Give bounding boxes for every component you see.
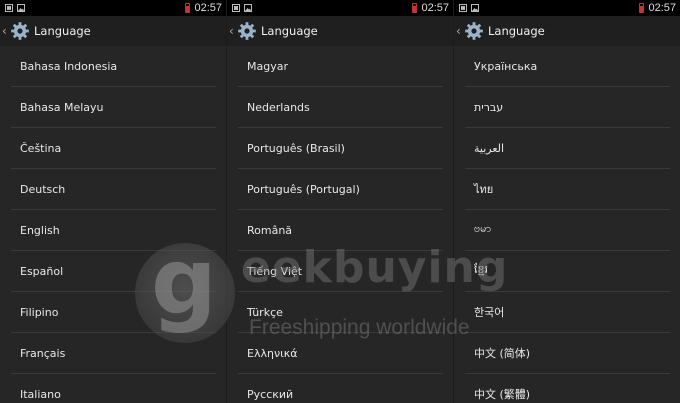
image-icon	[244, 4, 252, 12]
list-item[interactable]: 한국어	[465, 292, 670, 333]
notification-icon	[232, 4, 240, 12]
list-item[interactable]: 中文 (繁體)	[465, 374, 670, 403]
list-item[interactable]: Magyar	[238, 46, 443, 87]
language-label: 中文 (繁體)	[474, 388, 531, 401]
page-title: Language	[34, 24, 91, 38]
list-item[interactable]: Türkçe	[238, 292, 443, 333]
language-label: English	[20, 223, 60, 237]
language-label: 한국어	[474, 306, 505, 319]
language-label: Українська	[474, 59, 538, 73]
language-label: Español	[20, 264, 64, 278]
clock: 02:57	[194, 2, 222, 14]
list-item[interactable]: Русский	[238, 374, 443, 403]
language-label: Français	[20, 346, 66, 360]
language-label: 中文 (简体)	[474, 347, 531, 360]
list-item[interactable]: ဗမာ	[465, 210, 670, 251]
language-list: Magyar Nederlands Português (Brasil) Por…	[227, 46, 453, 403]
page-title: Language	[261, 24, 318, 38]
action-bar: ‹ Language	[0, 16, 226, 46]
list-item[interactable]: Nederlands	[238, 87, 443, 128]
list-item[interactable]: Ελληνικά	[238, 333, 443, 374]
image-icon	[17, 4, 25, 12]
language-label: Türkçe	[247, 305, 283, 319]
list-item[interactable]: Deutsch	[11, 169, 216, 210]
language-list: Українська עברית العربية ไทย ဗမာ ខ្មែរ 한…	[454, 46, 680, 403]
language-label: Italiano	[20, 387, 61, 401]
list-item[interactable]: Čeština	[11, 128, 216, 169]
language-label: Русский	[247, 387, 294, 401]
status-bar: 02:57	[0, 0, 226, 16]
language-label: Magyar	[247, 59, 288, 73]
list-item[interactable]: ខ្មែរ	[465, 251, 670, 292]
list-item[interactable]: ไทย	[465, 169, 670, 210]
battery-icon	[185, 3, 191, 13]
list-item[interactable]: Português (Portugal)	[238, 169, 443, 210]
action-bar: ‹ Language	[227, 16, 453, 46]
image-icon	[471, 4, 479, 12]
list-item[interactable]: Español	[11, 251, 216, 292]
list-item[interactable]: 中文 (简体)	[465, 333, 670, 374]
language-label: العربية	[474, 141, 505, 155]
notification-icon	[5, 4, 13, 12]
language-label: ဗမာ	[474, 222, 492, 235]
language-label: Čeština	[20, 141, 62, 155]
language-label: ไทย	[474, 183, 494, 196]
screen-panel-1: 02:57 ‹ Language Bahasa Indonesia Bahasa…	[0, 0, 226, 403]
gear-icon[interactable]	[237, 21, 257, 41]
status-bar: 02:57	[227, 0, 453, 16]
list-item[interactable]: עברית	[465, 87, 670, 128]
language-label: Tiếng Việt	[247, 264, 303, 278]
list-item[interactable]: Bahasa Indonesia	[11, 46, 216, 87]
language-list: Bahasa Indonesia Bahasa Melayu Čeština D…	[0, 46, 226, 403]
language-label: Bahasa Indonesia	[20, 59, 118, 73]
language-label: Română	[247, 223, 293, 237]
screen-panel-2: 02:57 ‹ Language Magyar Nederlands Portu…	[227, 0, 453, 403]
language-label: Português (Portugal)	[247, 182, 360, 196]
list-item[interactable]: Italiano	[11, 374, 216, 403]
screens-container: 02:57 ‹ Language Bahasa Indonesia Bahasa…	[0, 0, 680, 403]
page-title: Language	[488, 24, 545, 38]
language-label: ខ្មែរ	[474, 263, 488, 276]
language-label: Nederlands	[247, 100, 310, 114]
list-item[interactable]: Français	[11, 333, 216, 374]
list-item[interactable]: Română	[238, 210, 443, 251]
screen-panel-3: 02:57 ‹ Language Українська עברית العربي…	[454, 0, 680, 403]
list-item[interactable]: Bahasa Melayu	[11, 87, 216, 128]
gear-icon[interactable]	[464, 21, 484, 41]
list-item[interactable]: العربية	[465, 128, 670, 169]
clock: 02:57	[421, 2, 449, 14]
list-item[interactable]: Tiếng Việt	[238, 251, 443, 292]
language-label: Filipino	[20, 305, 59, 319]
list-item[interactable]: Filipino	[11, 292, 216, 333]
language-label: Bahasa Melayu	[20, 100, 104, 114]
gear-icon[interactable]	[10, 21, 30, 41]
language-label: עברית	[474, 100, 504, 114]
battery-icon	[639, 3, 645, 13]
language-label: Ελληνικά	[247, 346, 298, 360]
language-label: Português (Brasil)	[247, 141, 345, 155]
status-bar: 02:57	[454, 0, 680, 16]
action-bar: ‹ Language	[454, 16, 680, 46]
list-item[interactable]: Українська	[465, 46, 670, 87]
battery-icon	[412, 3, 418, 13]
clock: 02:57	[648, 2, 676, 14]
list-item[interactable]: English	[11, 210, 216, 251]
list-item[interactable]: Português (Brasil)	[238, 128, 443, 169]
notification-icon	[459, 4, 467, 12]
language-label: Deutsch	[20, 182, 66, 196]
